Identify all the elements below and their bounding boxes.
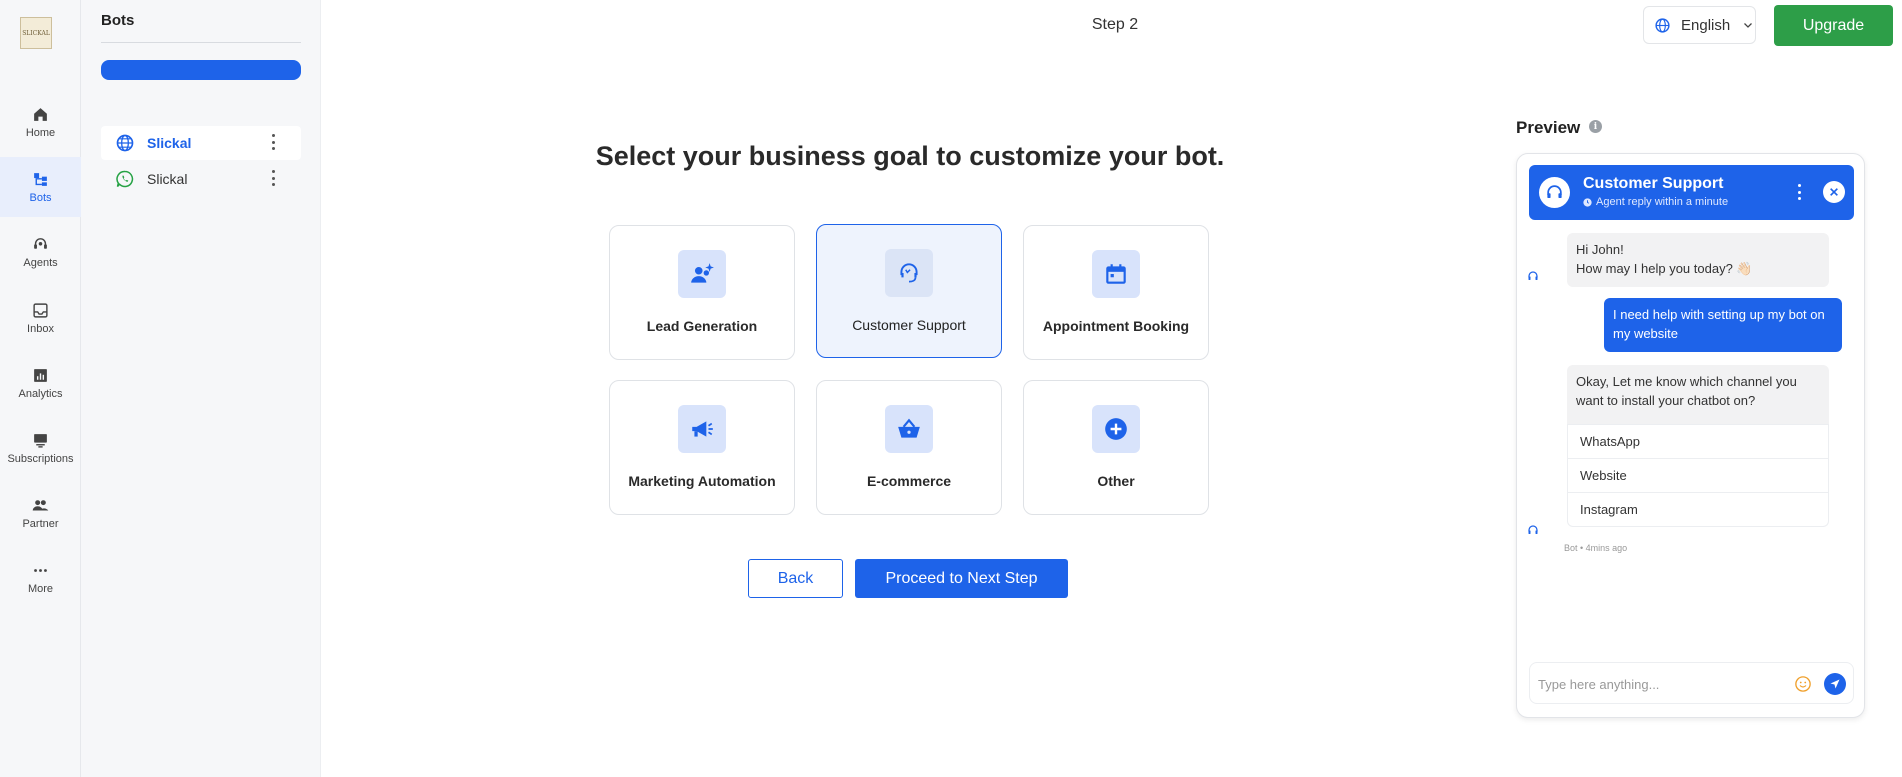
nav-analytics-label: Analytics xyxy=(18,387,63,400)
bot-avatar-icon xyxy=(1528,271,1538,280)
goal-label: Marketing Automation xyxy=(628,473,776,489)
clock-icon xyxy=(1583,197,1592,207)
preview-title: Preview xyxy=(1516,118,1581,137)
nav-home[interactable]: Home xyxy=(0,96,81,148)
inbox-icon xyxy=(33,302,48,318)
close-icon[interactable] xyxy=(1823,181,1845,203)
goal-label: E-commerce xyxy=(866,473,952,489)
bots-panel: Bots Slickal Slickal xyxy=(81,0,321,777)
chat-status: Agent reply within a minute xyxy=(1583,196,1728,208)
option-website[interactable]: Website xyxy=(1568,458,1828,492)
nav-analytics[interactable]: Analytics xyxy=(0,357,81,409)
home-icon xyxy=(34,107,47,121)
headset-icon xyxy=(1539,177,1570,208)
chat-input-bar xyxy=(1529,662,1854,704)
message-meta: Bot • 4mins ago xyxy=(1564,543,1628,553)
nav-home-label: Home xyxy=(25,126,56,139)
nav-inbox-label: Inbox xyxy=(27,322,54,335)
nav-bots-label: Bots xyxy=(29,191,52,204)
subscriptions-icon xyxy=(34,433,47,448)
bot-menu-icon[interactable] xyxy=(271,134,275,150)
goal-label: Appointment Booking xyxy=(1042,318,1190,334)
app-logo[interactable]: SLICKAL xyxy=(20,17,52,49)
goal-card-other[interactable]: Other xyxy=(1023,380,1209,515)
nav-bots[interactable]: Bots xyxy=(0,157,81,217)
goal-card-marketing-automation[interactable]: Marketing Automation xyxy=(609,380,795,515)
chat-widget-preview: Customer Support Agent reply within a mi… xyxy=(1516,153,1865,718)
logo-text: SLICKAL xyxy=(22,29,50,37)
goal-card-e-commerce[interactable]: E-commerce xyxy=(816,380,1002,515)
analytics-icon xyxy=(34,368,47,382)
channel-options: WhatsApp Website Instagram xyxy=(1567,424,1829,527)
page-heading: Select your business goal to customize y… xyxy=(595,141,1225,171)
greeting-line: Hi John! xyxy=(1576,242,1624,257)
chat-status-text: Agent reply within a minute xyxy=(1596,196,1729,208)
plus-icon xyxy=(1092,405,1140,453)
back-button[interactable]: Back xyxy=(748,559,843,598)
bots-icon xyxy=(34,172,47,186)
nav-subscriptions[interactable]: Subscriptions xyxy=(0,422,81,474)
greeting-line: How may I help you today? 👋🏻 xyxy=(1576,261,1753,276)
lead-generation-icon xyxy=(678,250,726,298)
bot-item[interactable]: Slickal xyxy=(101,126,301,160)
nav-more-label: More xyxy=(27,582,54,595)
divider xyxy=(101,42,301,43)
goal-card-customer-support[interactable]: Customer Support xyxy=(816,224,1002,358)
goal-label: Customer Support xyxy=(852,317,966,333)
customer-support-icon xyxy=(885,249,933,297)
globe-icon xyxy=(1655,17,1670,33)
nav-partner-label: Partner xyxy=(22,517,59,530)
partner-icon xyxy=(32,499,49,510)
user-message: I need help with setting up my bot on my… xyxy=(1604,298,1842,352)
info-icon[interactable]: i xyxy=(1589,120,1602,133)
option-whatsapp[interactable]: WhatsApp xyxy=(1568,424,1828,458)
bot-message: Hi John! How may I help you today? 👋🏻 xyxy=(1567,233,1829,287)
chevron-down-icon xyxy=(1744,23,1753,28)
goal-card-lead-generation[interactable]: Lead Generation xyxy=(609,225,795,360)
more-icon xyxy=(34,568,47,572)
emoji-icon[interactable] xyxy=(1794,675,1812,693)
nav-subscriptions-label: Subscriptions xyxy=(7,452,74,465)
goal-card-appointment-booking[interactable]: Appointment Booking xyxy=(1023,225,1209,360)
bot-name: Slickal xyxy=(147,135,192,151)
nav-more[interactable]: More xyxy=(0,552,81,604)
bot-message: Okay, Let me know which channel you want… xyxy=(1567,365,1829,425)
chat-menu-icon[interactable] xyxy=(1797,184,1801,200)
bot-item[interactable]: Slickal xyxy=(101,162,301,196)
step-indicator: Step 2 xyxy=(1091,16,1139,33)
proceed-button[interactable]: Proceed to Next Step xyxy=(855,559,1068,598)
option-instagram[interactable]: Instagram xyxy=(1568,492,1828,526)
nav-partner[interactable]: Partner xyxy=(0,487,81,539)
send-icon[interactable] xyxy=(1824,673,1846,695)
goal-label: Other xyxy=(1097,473,1135,489)
bot-menu-icon[interactable] xyxy=(271,170,275,186)
chat-header: Customer Support Agent reply within a mi… xyxy=(1529,165,1854,220)
calendar-icon xyxy=(1092,250,1140,298)
bot-avatar-icon xyxy=(1528,525,1538,534)
globe-icon xyxy=(116,134,134,152)
bots-panel-title: Bots xyxy=(101,12,135,29)
language-select[interactable]: English xyxy=(1643,6,1756,44)
bot-name: Slickal xyxy=(147,171,188,187)
goal-label: Lead Generation xyxy=(646,318,758,334)
chat-bot-name: Customer Support xyxy=(1583,175,1724,192)
nav-agents-label: Agents xyxy=(23,256,58,269)
basket-icon xyxy=(885,405,933,453)
language-label: English xyxy=(1681,16,1731,34)
left-nav: SLICKAL Home Bots Agents Inbox Analytics… xyxy=(0,0,81,777)
whatsapp-icon xyxy=(116,170,134,188)
upgrade-button[interactable]: Upgrade xyxy=(1774,5,1893,46)
nav-agents[interactable]: Agents xyxy=(0,226,81,278)
agents-icon xyxy=(34,237,47,249)
chat-input[interactable] xyxy=(1538,673,1778,695)
nav-inbox[interactable]: Inbox xyxy=(0,292,81,344)
megaphone-icon xyxy=(678,405,726,453)
create-bot-bar[interactable] xyxy=(101,60,301,80)
